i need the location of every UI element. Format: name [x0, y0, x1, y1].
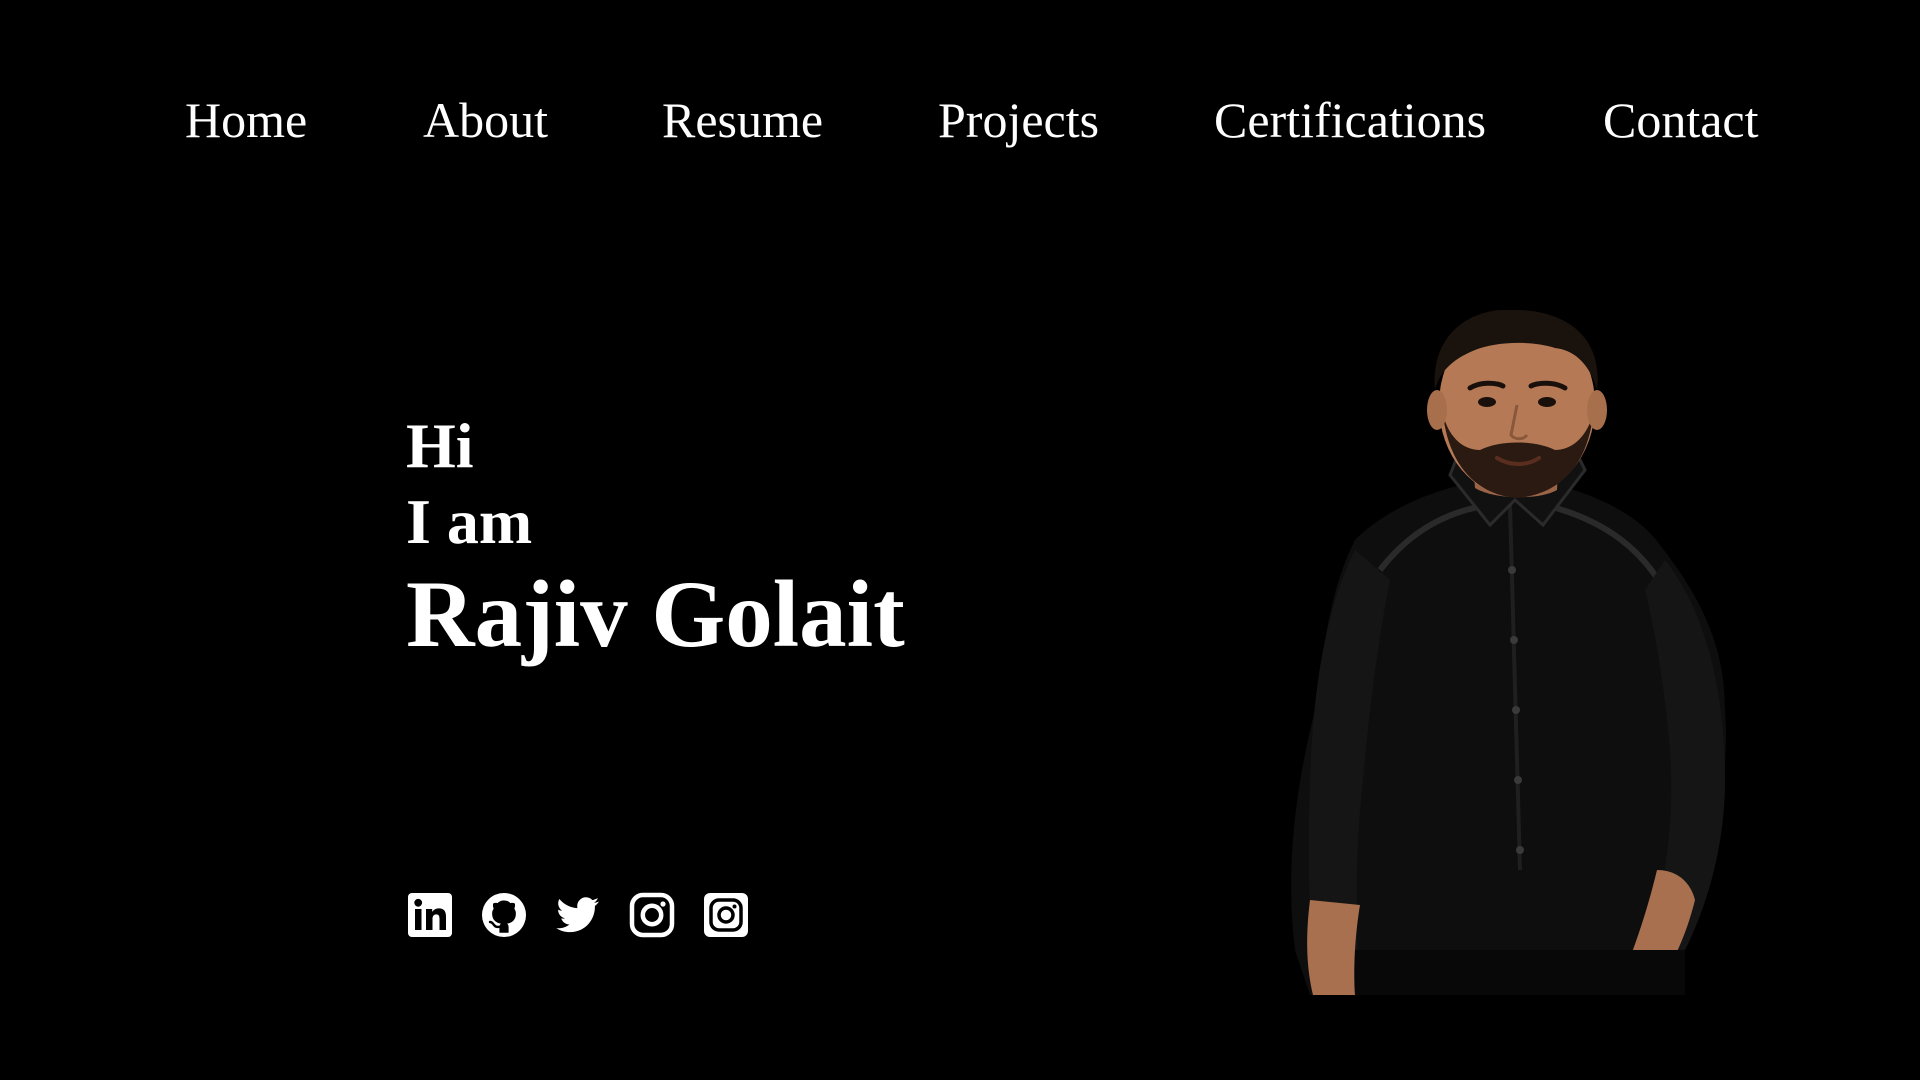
github-icon — [481, 892, 527, 938]
hero-greeting: Hi — [406, 410, 474, 481]
instagram-icon — [703, 892, 749, 938]
nav-link-home[interactable]: Home — [185, 88, 307, 153]
instagram-link[interactable] — [628, 891, 676, 939]
nav-link-projects[interactable]: Projects — [938, 88, 1099, 153]
hero-intro: Hi I am Rajiv Golait — [406, 408, 1106, 670]
hero-name: Rajiv Golait — [406, 561, 905, 667]
hero-intro-text: I am — [406, 486, 533, 557]
github-link[interactable] — [480, 891, 528, 939]
instagram-icon — [629, 892, 675, 938]
linkedin-icon — [407, 892, 453, 938]
nav-link-about[interactable]: About — [423, 88, 548, 153]
nav-link-contact[interactable]: Contact — [1603, 88, 1759, 153]
nav-link-resume[interactable]: Resume — [662, 88, 823, 153]
portfolio-page: Home About Resume Projects Certification… — [0, 0, 1920, 1080]
twitter-icon — [555, 892, 601, 938]
linkedin-link[interactable] — [406, 891, 454, 939]
social-links — [406, 890, 776, 940]
profile-photo — [1285, 310, 1730, 995]
nav-link-certifications[interactable]: Certifications — [1214, 88, 1486, 153]
main-navigation: Home About Resume Projects Certification… — [0, 88, 1920, 158]
instagram-link-alt[interactable] — [702, 891, 750, 939]
twitter-link[interactable] — [554, 891, 602, 939]
